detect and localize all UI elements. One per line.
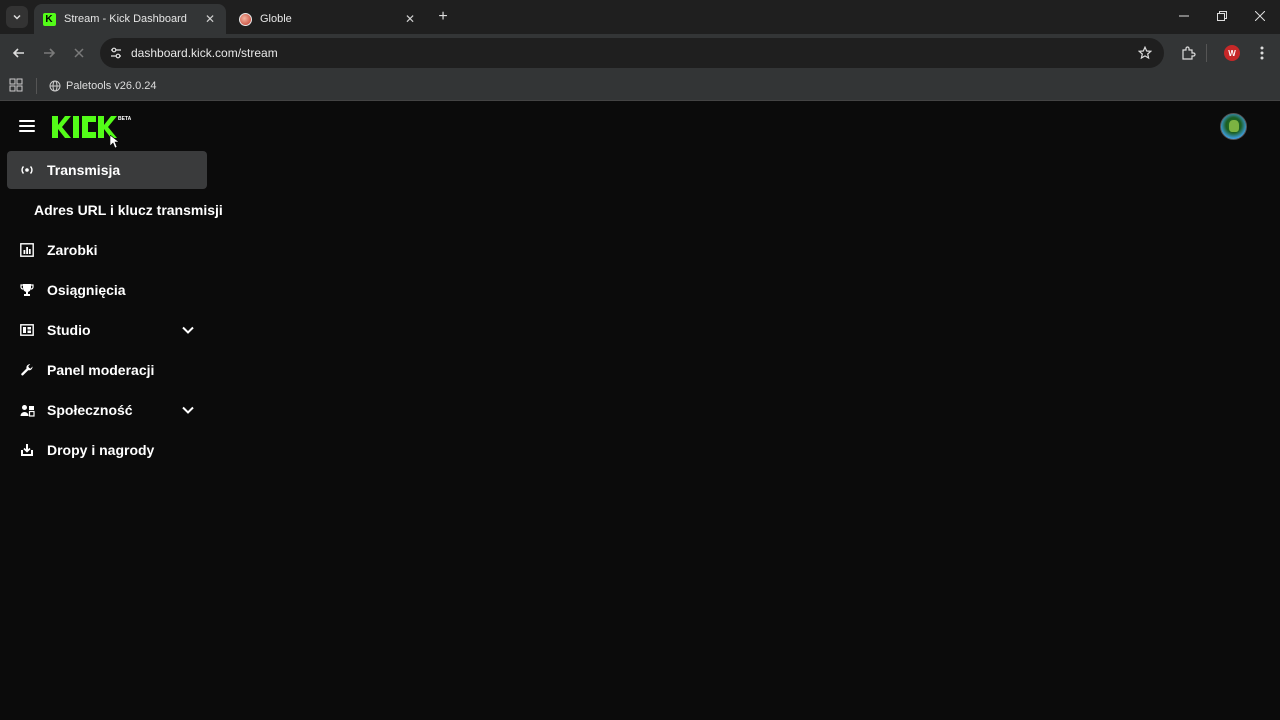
close-icon — [74, 48, 84, 58]
sidebar-item-label: Studio — [47, 322, 91, 338]
community-icon — [19, 402, 35, 418]
chevron-down-icon — [13, 14, 21, 20]
restore-button[interactable] — [1208, 6, 1236, 26]
toolbar-divider — [1206, 44, 1207, 62]
kick-icon: K — [42, 12, 56, 26]
forward-button[interactable] — [38, 42, 60, 64]
user-avatar[interactable] — [1220, 113, 1247, 140]
chevron-down-icon[interactable] — [181, 403, 195, 417]
arrow-right-icon — [44, 48, 56, 58]
chevron-down-icon[interactable] — [181, 323, 195, 337]
back-button[interactable] — [8, 42, 30, 64]
new-tab-button[interactable]: + — [434, 8, 452, 26]
mouse-cursor-icon — [110, 135, 120, 149]
sidebar-item-osiagniecia[interactable]: Osiągnięcia — [7, 271, 207, 309]
menu-hamburger-icon[interactable] — [19, 119, 35, 133]
profile-button[interactable]: W — [1222, 43, 1242, 63]
sidebar-item-label: Osiągnięcia — [47, 282, 126, 298]
studio-icon — [19, 322, 35, 338]
sidebar-item-zarobki[interactable]: Zarobki — [7, 231, 207, 269]
drops-icon — [19, 442, 35, 458]
sidebar-subitem-stream-key[interactable]: Adres URL i klucz transmisji — [34, 191, 223, 229]
bookmarks-bar: Paletools v26.0.24 — [0, 72, 1280, 101]
sidebar-item-label: Panel moderacji — [47, 362, 155, 378]
beta-badge: BETA — [118, 116, 132, 122]
address-bar[interactable]: dashboard.kick.com/stream — [100, 38, 1164, 68]
broadcast-icon — [19, 162, 35, 178]
sidebar-item-panel-moderacji[interactable]: Panel moderacji — [7, 351, 207, 389]
minimize-icon — [1179, 15, 1189, 17]
globe-icon — [49, 80, 61, 92]
browser-toolbar: dashboard.kick.com/stream W — [0, 34, 1280, 72]
minimize-button[interactable] — [1170, 6, 1198, 26]
sidebar-item-transmisja[interactable]: Transmisja — [7, 151, 207, 189]
url-text[interactable]: dashboard.kick.com/stream — [131, 46, 278, 60]
tab-search-button[interactable] — [6, 6, 28, 28]
kick-dashboard-page: BETA Transmisja Adres URL i klucz transm… — [0, 101, 1280, 720]
chart-icon — [19, 242, 35, 258]
arrow-left-icon — [12, 48, 24, 58]
tab-kick-dashboard[interactable]: K Stream - Kick Dashboard ✕ — [34, 4, 226, 34]
tab-title: Stream - Kick Dashboard — [64, 13, 187, 25]
wrench-icon — [19, 362, 35, 378]
tab-globle[interactable]: Globle ✕ — [230, 4, 426, 34]
more-vertical-icon — [1260, 46, 1264, 60]
globle-icon — [238, 12, 252, 26]
site-settings-icon[interactable] — [108, 45, 124, 61]
bookmark-star-icon[interactable] — [1136, 44, 1154, 62]
stop-loading-button[interactable] — [68, 42, 90, 64]
sidebar-item-label: Społeczność — [47, 402, 133, 418]
bookmark-label: Paletools v26.0.24 — [66, 80, 157, 92]
browser-menu-button[interactable] — [1252, 43, 1272, 63]
bookmark-paletools[interactable]: Paletools v26.0.24 — [49, 78, 157, 94]
puzzle-icon — [1182, 46, 1196, 60]
sidebar-item-studio[interactable]: Studio — [7, 311, 207, 349]
sidebar-item-spolecznosc[interactable]: Społeczność — [7, 391, 207, 429]
browser-tab-bar: K Stream - Kick Dashboard ✕ Globle ✕ + — [0, 0, 1280, 34]
sidebar-item-label: Dropy i nagrody — [47, 442, 155, 458]
sidebar-item-label: Zarobki — [47, 242, 98, 258]
close-icon — [1255, 11, 1265, 21]
kick-logo[interactable]: BETA — [52, 113, 134, 139]
close-icon[interactable]: ✕ — [402, 11, 418, 27]
restore-icon — [1217, 11, 1227, 21]
apps-grid-icon[interactable] — [9, 78, 23, 92]
close-icon[interactable]: ✕ — [202, 11, 218, 27]
sidebar-item-label: Adres URL i klucz transmisji — [34, 202, 223, 218]
tab-title: Globle — [260, 13, 292, 25]
close-window-button[interactable] — [1246, 6, 1274, 26]
extensions-button[interactable] — [1178, 43, 1198, 63]
sidebar-item-label: Transmisja — [47, 162, 121, 178]
sidebar-item-dropy[interactable]: Dropy i nagrody — [7, 431, 207, 469]
profile-avatar: W — [1224, 45, 1240, 61]
bookmarks-divider — [36, 78, 37, 94]
trophy-icon — [19, 282, 35, 298]
